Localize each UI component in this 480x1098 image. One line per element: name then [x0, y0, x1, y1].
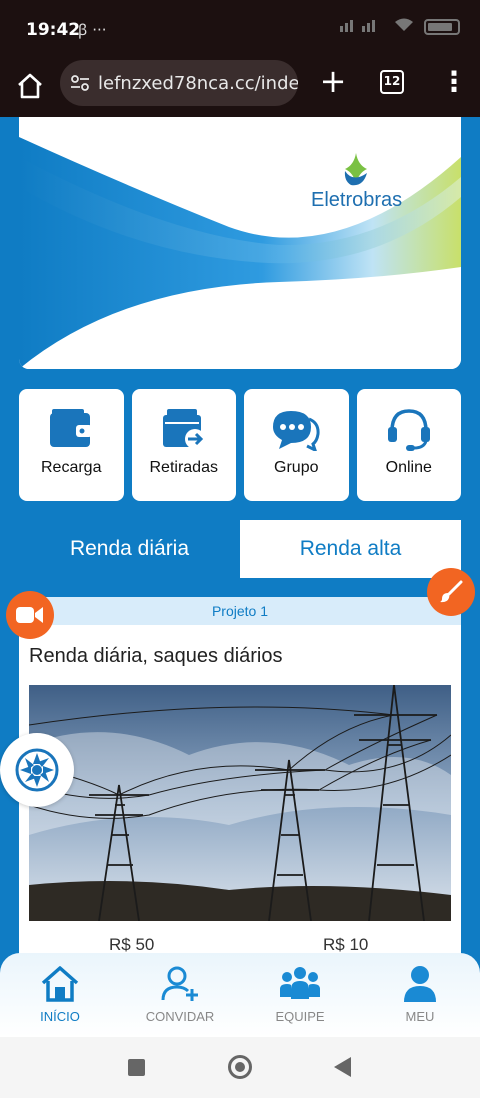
transmission-towers-image [29, 685, 451, 921]
nav-convidar[interactable]: CONVIDAR [120, 953, 240, 1037]
status-notifications: ꞵ ··· [78, 21, 107, 39]
nav-meu-label: MEU [405, 1009, 435, 1024]
online-label: Online [385, 459, 432, 476]
recents-button[interactable] [128, 1059, 145, 1076]
wallet-icon [50, 409, 93, 447]
status-bar: 19:42 ꞵ ··· [0, 0, 480, 60]
tab-switcher-button[interactable]: 12 [380, 70, 404, 94]
nav-inicio-label: INÍCIO [40, 1009, 80, 1024]
nav-meu[interactable]: MEU [360, 953, 480, 1037]
battery-icon [424, 18, 460, 35]
system-navigation-bar [0, 1037, 480, 1098]
eletrobras-banner: Eletrobras [19, 117, 461, 369]
home-icon [41, 966, 79, 1002]
retiradas-label: Retiradas [149, 459, 218, 476]
video-float-button[interactable] [6, 591, 54, 639]
team-icon [280, 967, 320, 999]
bottom-navigation: INÍCIO CONVIDAR EQUIPE MEU [0, 953, 480, 1037]
new-tab-button[interactable]: + [318, 65, 348, 97]
paint-brush-icon [440, 580, 463, 603]
user-icon [404, 966, 436, 1002]
wifi-icon [394, 18, 414, 35]
headset-icon [387, 409, 430, 451]
withdraw-icon [162, 409, 205, 449]
url-text: lefnzxed78nca.cc/inde [98, 72, 298, 94]
project-title: Renda diária, saques diários [29, 645, 283, 667]
back-button[interactable] [334, 1057, 351, 1077]
video-camera-icon [16, 607, 43, 623]
theme-float-button[interactable] [427, 568, 475, 616]
browser-home-button[interactable] [14, 70, 46, 102]
quick-actions: Recarga Retiradas Grupo Online [19, 389, 461, 501]
retiradas-button[interactable]: Retiradas [131, 389, 236, 501]
site-settings-icon [71, 75, 89, 91]
nav-inicio[interactable]: INÍCIO [0, 953, 120, 1037]
nav-convidar-label: CONVIDAR [145, 1009, 215, 1024]
project-header: Projeto 1 [19, 597, 461, 625]
grupo-label: Grupo [274, 459, 319, 476]
signal-icon [340, 18, 384, 35]
recarga-button[interactable]: Recarga [19, 389, 124, 501]
online-button[interactable]: Online [356, 389, 461, 501]
wheel-icon [15, 748, 59, 792]
chat-icon [273, 411, 320, 451]
home-outline-icon [18, 73, 42, 99]
add-user-icon [161, 966, 198, 1001]
browser-toolbar: lefnzxed78nca.cc/inde + 12 ⋮ [0, 60, 480, 117]
price-investment: R$ 50 [109, 935, 155, 954]
browser-menu-button[interactable]: ⋮ [440, 68, 468, 98]
power-lines-illustration [29, 685, 451, 921]
price-daily-return: R$ 10 [323, 935, 369, 954]
grupo-button[interactable]: Grupo [244, 389, 349, 501]
eletrobras-logo-icon [344, 153, 367, 186]
recarga-label: Recarga [41, 459, 102, 476]
nav-equipe-label: EQUIPE [275, 1009, 325, 1024]
status-time: 19:42 [26, 20, 81, 40]
income-tabs: Renda diária Renda alta [19, 520, 461, 578]
project-card[interactable]: Projeto 1 Renda diária, saques diários R… [19, 597, 461, 957]
tab-renda-diaria[interactable]: Renda diária [19, 520, 240, 578]
home-system-button[interactable] [228, 1055, 252, 1079]
brand-name: Eletrobras [311, 189, 403, 211]
lucky-wheel-float-button[interactable] [0, 733, 74, 807]
nav-equipe[interactable]: EQUIPE [240, 953, 360, 1037]
tab-renda-alta[interactable]: Renda alta [240, 520, 461, 578]
url-bar[interactable]: lefnzxed78nca.cc/inde [60, 60, 298, 106]
banner-wave-graphic [19, 137, 461, 369]
status-icons [340, 18, 460, 35]
